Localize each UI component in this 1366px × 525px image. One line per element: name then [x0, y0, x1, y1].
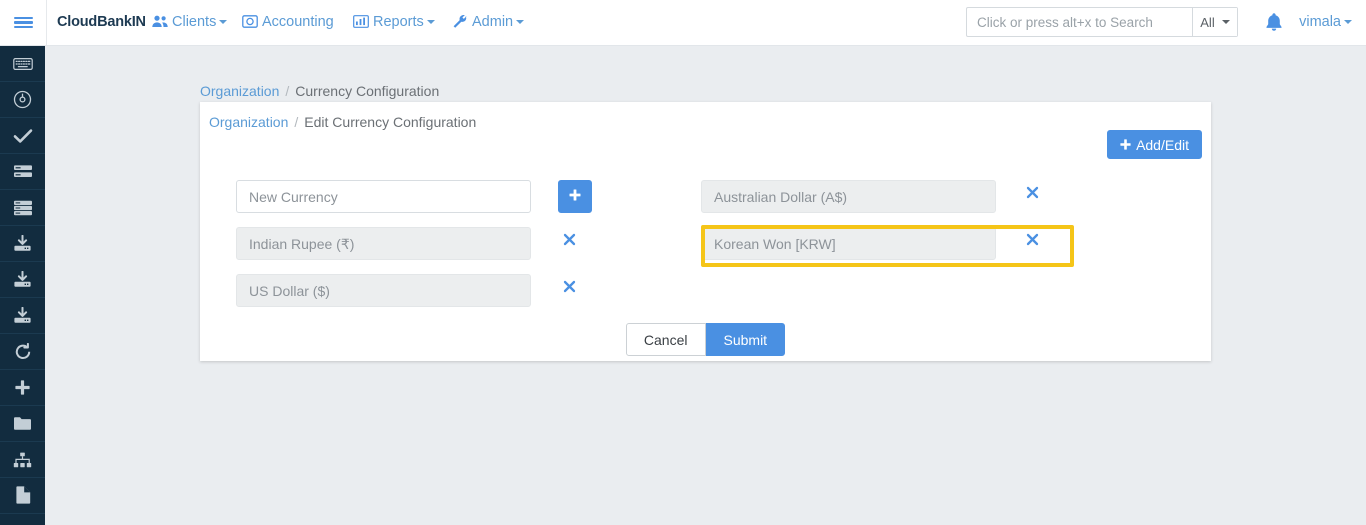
chevron-down-icon: [1222, 20, 1230, 24]
times-icon: [563, 233, 576, 250]
card-breadcrumb-separator: /: [294, 114, 298, 130]
nav-item-accounting[interactable]: Accounting: [242, 0, 334, 45]
download-2-icon: [13, 271, 32, 288]
wrench-icon: [453, 2, 468, 47]
add-currency-button[interactable]: [558, 180, 592, 213]
sidebar-item-refresh[interactable]: [0, 334, 45, 370]
refresh-icon: [14, 343, 32, 361]
currency-field-indian-rupee[interactable]: [236, 227, 531, 260]
remove-currency-button[interactable]: [558, 272, 580, 305]
hamburger-bar: [14, 26, 33, 29]
add-edit-label: Add/Edit: [1136, 137, 1189, 153]
download-3-icon: [13, 307, 32, 324]
currency-row: [236, 274, 656, 321]
calculator-icon: [242, 2, 258, 47]
remove-currency-button[interactable]: [1021, 178, 1043, 211]
currency-row: [236, 227, 656, 274]
hamburger-bar: [14, 21, 33, 24]
nav-label-accounting: Accounting: [262, 14, 334, 30]
sidebar-item-add[interactable]: [0, 370, 45, 406]
breadcrumb-separator: /: [285, 83, 289, 99]
times-icon: [1026, 233, 1039, 250]
sidebar-item-file[interactable]: [0, 478, 45, 514]
brand-logo[interactable]: CloudBankIN: [57, 0, 146, 45]
search-scope-label: All: [1200, 15, 1214, 30]
remove-currency-button[interactable]: [1021, 225, 1043, 258]
user-menu[interactable]: vimala: [1299, 0, 1352, 45]
folder-icon: [13, 416, 32, 431]
currency-field-korean-won[interactable]: [701, 227, 996, 260]
database-icon: [13, 200, 33, 216]
sidebar-item-download-3[interactable]: [0, 298, 45, 334]
breadcrumb-link-organization[interactable]: Organization: [200, 83, 279, 99]
chevron-down-icon: [516, 20, 524, 24]
compass-icon: [13, 90, 32, 109]
times-icon: [563, 280, 576, 297]
sidebar-item-server[interactable]: [0, 154, 45, 190]
bar-chart-icon: [353, 2, 369, 47]
nav-label-clients: Clients: [172, 14, 216, 30]
cancel-button[interactable]: Cancel: [626, 323, 706, 356]
sidebar-item-compass[interactable]: [0, 82, 45, 118]
chevron-down-icon: [427, 20, 435, 24]
search-input[interactable]: [967, 8, 1192, 36]
breadcrumb-current: Currency Configuration: [295, 83, 439, 99]
sidebar-item-database[interactable]: [0, 190, 45, 226]
download-1-icon: [13, 235, 32, 252]
page-breadcrumb: Organization / Currency Configuration: [200, 83, 439, 99]
hamburger-menu-icon[interactable]: [0, 0, 47, 45]
main-content: Organization / Currency Configuration Orga…: [45, 46, 1366, 525]
new-currency-row: [236, 180, 656, 227]
form-actions: Cancel Submit: [200, 323, 1211, 356]
currency-column-left: [236, 180, 656, 321]
submit-button[interactable]: Submit: [706, 323, 786, 356]
nav-item-admin[interactable]: Admin: [453, 0, 524, 45]
currency-form: [200, 180, 1211, 315]
card-breadcrumb: Organization / Edit Currency Configuration: [209, 114, 476, 130]
currency-field-us-dollar[interactable]: [236, 274, 531, 307]
card-breadcrumb-link-organization[interactable]: Organization: [209, 114, 288, 130]
nav-item-clients[interactable]: Clients: [152, 0, 227, 45]
sidebar-item-folder[interactable]: [0, 406, 45, 442]
plus-icon: [569, 189, 581, 205]
currency-row: [701, 227, 1131, 274]
currency-column-right: [701, 180, 1131, 274]
check-icon: [13, 128, 33, 144]
currency-configuration-card: Organization / Edit Currency Configuration…: [200, 102, 1211, 361]
left-icon-rail: [0, 46, 45, 525]
sidebar-item-check[interactable]: [0, 118, 45, 154]
file-icon: [15, 486, 31, 505]
nav-item-reports[interactable]: Reports: [353, 0, 435, 45]
chevron-down-icon: [219, 20, 227, 24]
plus-icon: [14, 379, 31, 396]
hamburger-bar: [14, 17, 33, 20]
new-currency-input[interactable]: [236, 180, 531, 213]
nav-label-reports: Reports: [373, 14, 424, 30]
times-icon: [1026, 186, 1039, 203]
sidebar-item-sitemap[interactable]: [0, 442, 45, 478]
search-scope-dropdown[interactable]: All: [1192, 8, 1237, 36]
add-edit-button[interactable]: Add/Edit: [1107, 130, 1202, 159]
sidebar-item-download-2[interactable]: [0, 262, 45, 298]
plus-icon: [1120, 137, 1131, 153]
sidebar-item-download-1[interactable]: [0, 226, 45, 262]
currency-field-australian-dollar[interactable]: [701, 180, 996, 213]
sidebar-item-keyboard[interactable]: [0, 46, 45, 82]
server-icon: [13, 164, 33, 179]
bell-icon[interactable]: [1264, 12, 1286, 34]
users-icon: [152, 2, 168, 47]
nav-label-admin: Admin: [472, 14, 513, 30]
top-navbar: CloudBankIN Clients Accounting R: [0, 0, 1366, 46]
global-search: All: [966, 7, 1238, 37]
card-breadcrumb-current: Edit Currency Configuration: [304, 114, 476, 130]
user-name-label: vimala: [1299, 14, 1341, 30]
currency-row: [701, 180, 1131, 227]
sitemap-icon: [13, 452, 32, 468]
remove-currency-button[interactable]: [558, 225, 580, 258]
chevron-down-icon: [1344, 20, 1352, 24]
keyboard-icon: [13, 57, 33, 71]
